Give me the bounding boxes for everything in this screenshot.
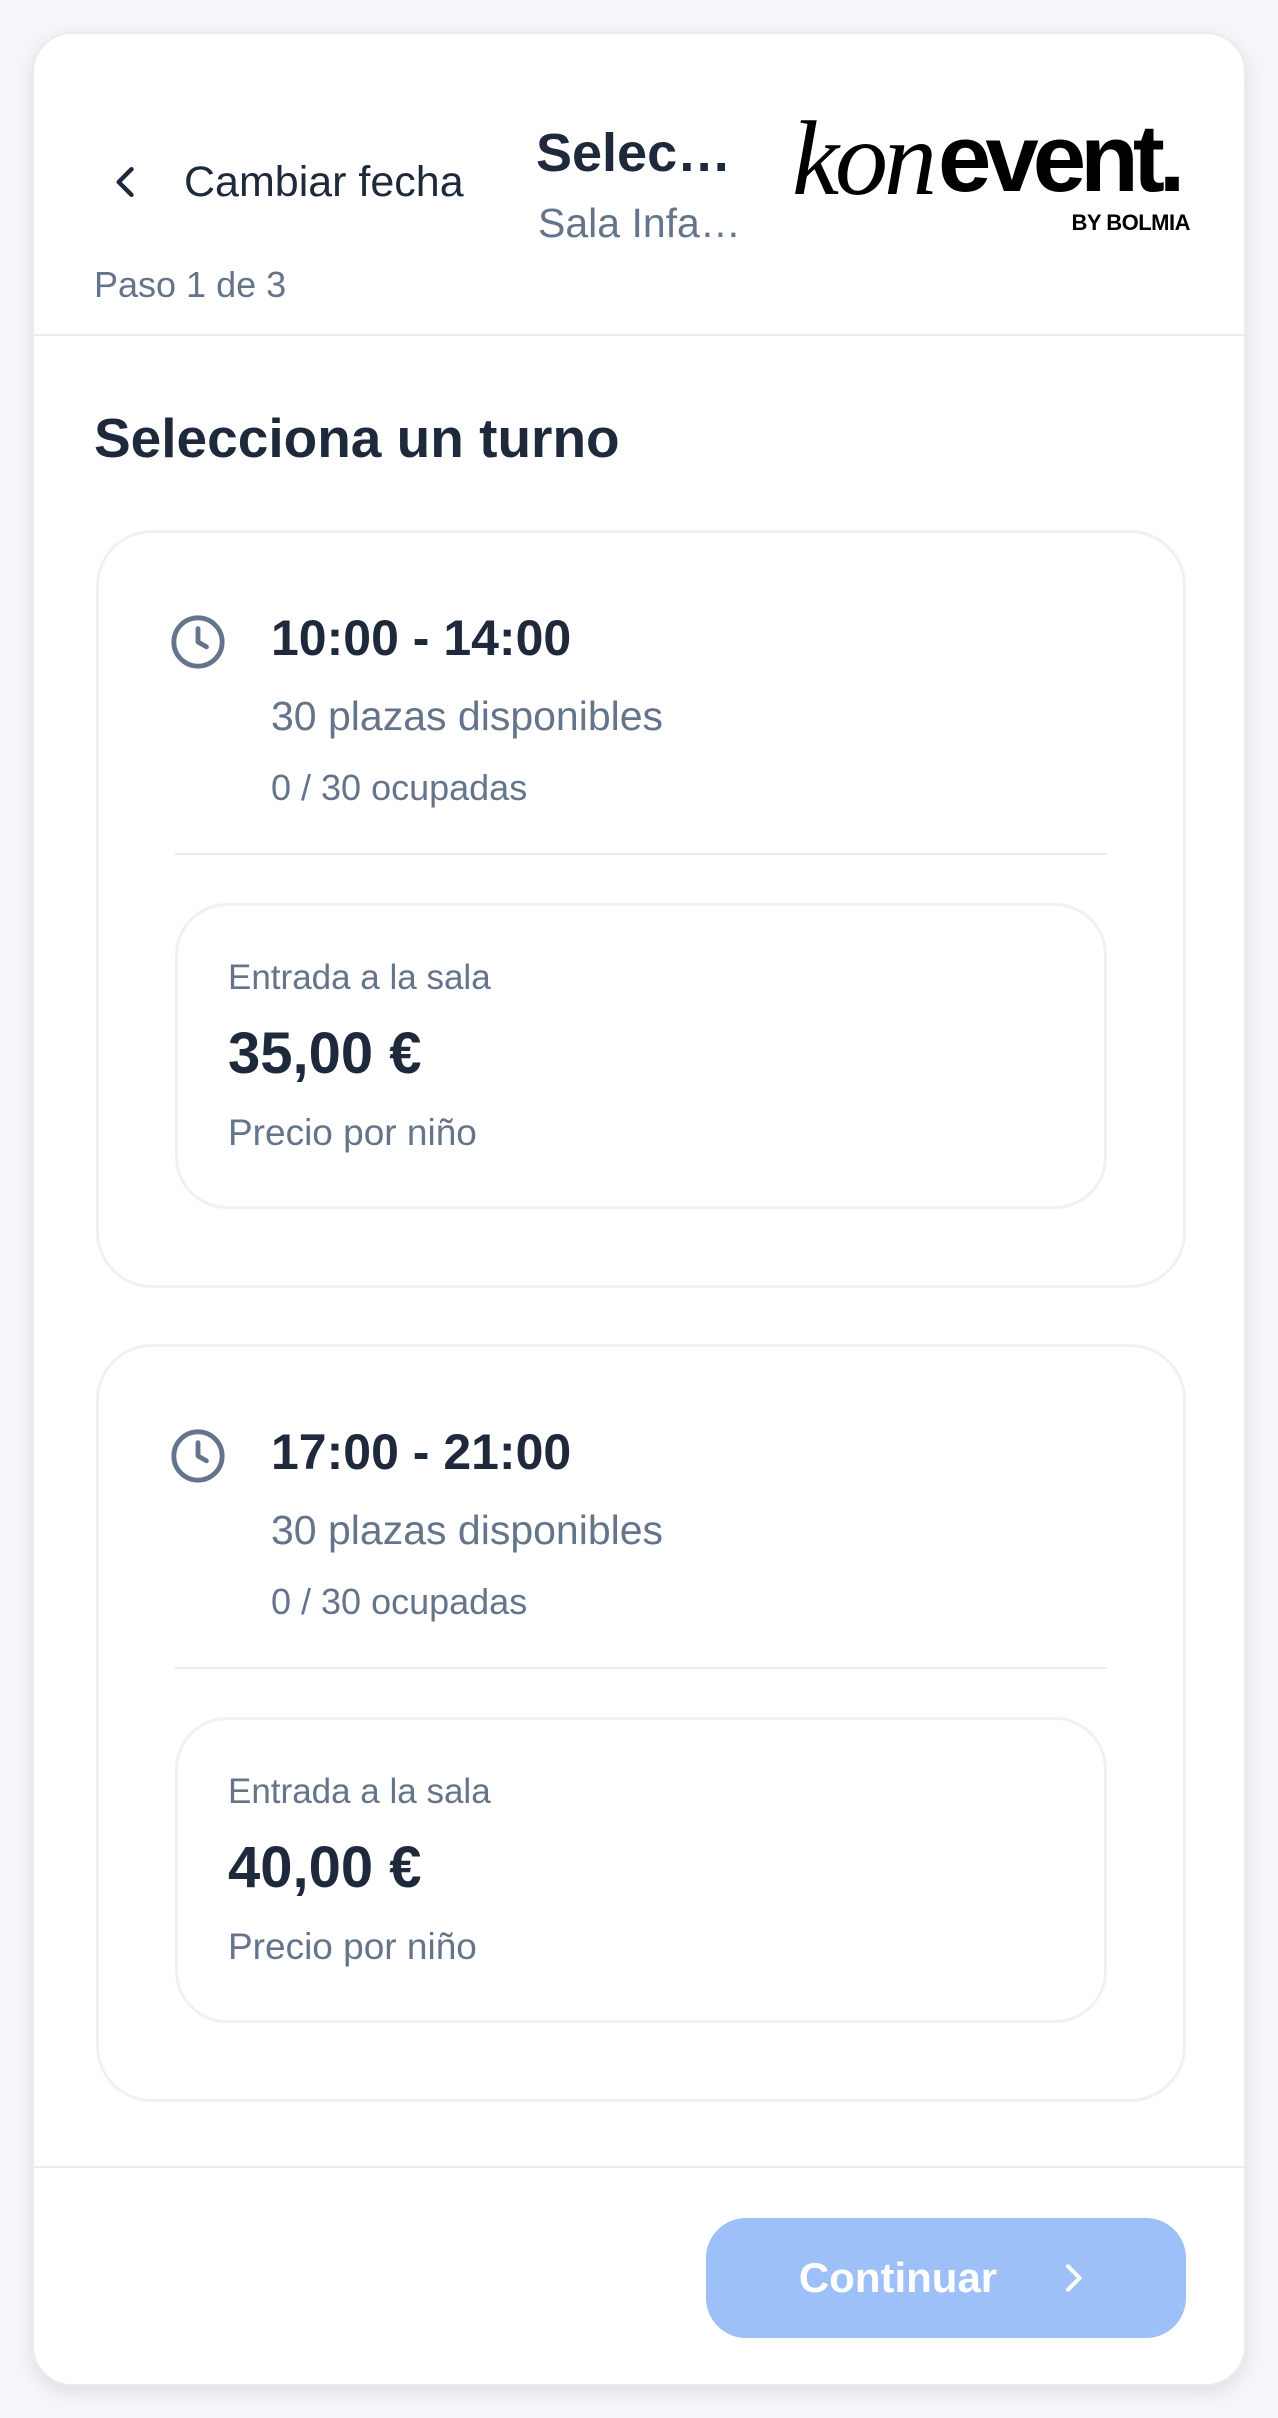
slot-divider [175, 1667, 1107, 1669]
chevron-right-icon [1066, 2264, 1082, 2292]
continue-button-label: Continuar [798, 2254, 998, 2301]
step-indicator: Paso 1 de 3 [94, 264, 287, 305]
slot-availability: 30 plazas disponibles [271, 1507, 664, 1553]
clock-icon [171, 615, 225, 669]
back-button-label: Cambiar fecha [184, 157, 464, 206]
price-value: 40,00 € [228, 1835, 422, 1900]
slot-time: 10:00 - 14:00 [271, 610, 572, 666]
back-button[interactable]: Cambiar fecha [104, 152, 464, 212]
clock-icon [171, 1429, 225, 1483]
slot-card-evening[interactable]: 17:00 - 21:00 30 plazas disponibles 0 / … [96, 1344, 1186, 2102]
continue-button[interactable]: Continuar [706, 2218, 1186, 2338]
chevron-left-icon [116, 166, 134, 198]
logo-by-text: BY BOLMIA [1071, 210, 1190, 235]
header: Cambiar fecha Selecciona un turno Sala I… [34, 34, 1244, 336]
price-label: Entrada a la sala [228, 958, 491, 997]
price-note: Precio por niño [228, 1926, 477, 1967]
price-note: Precio por niño [228, 1112, 477, 1153]
konevent-logo: kon event. BY BOLMIA [792, 98, 1194, 248]
slot-occupancy: 0 / 30 ocupadas [271, 767, 528, 808]
slot-time: 17:00 - 21:00 [271, 1424, 572, 1480]
price-label: Entrada a la sala [228, 1772, 491, 1811]
price-box: Entrada a la sala 35,00 € Precio por niñ… [175, 903, 1107, 1209]
logo-event-text: event. [938, 105, 1185, 212]
logo-kon-text: kon [792, 100, 937, 217]
price-value: 35,00 € [228, 1021, 422, 1086]
price-box: Entrada a la sala 40,00 € Precio por niñ… [175, 1717, 1107, 2023]
header-subtitle: Sala Infantil [538, 200, 744, 246]
booking-panel: Cambiar fecha Selecciona un turno Sala I… [32, 32, 1246, 2386]
slot-occupancy: 0 / 30 ocupadas [271, 1581, 528, 1622]
section-title: Selecciona un turno [94, 407, 620, 469]
slot-availability: 30 plazas disponibles [271, 693, 664, 739]
slot-divider [175, 853, 1107, 855]
footer: Continuar [34, 2166, 1244, 2384]
slot-card-morning[interactable]: 10:00 - 14:00 30 plazas disponibles 0 / … [96, 530, 1186, 1288]
header-title: Selecciona un turno [536, 123, 742, 183]
